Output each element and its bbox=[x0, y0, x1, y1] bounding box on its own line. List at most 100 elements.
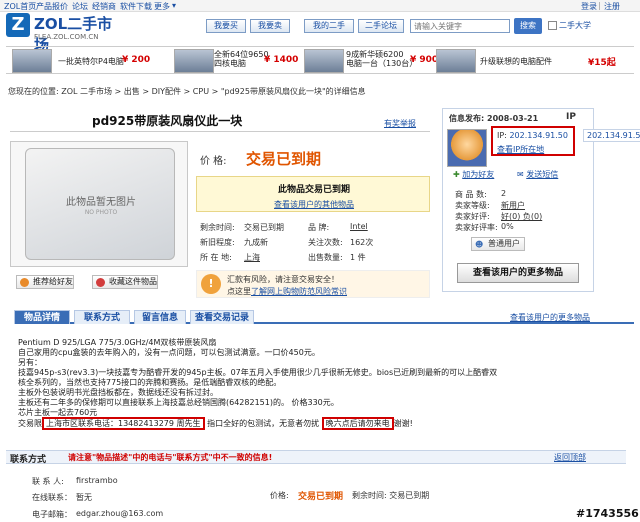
ad-image-2[interactable] bbox=[174, 49, 214, 73]
warning-icon: ! bbox=[201, 274, 221, 294]
search-input[interactable] bbox=[410, 19, 510, 33]
more-items-link[interactable]: 查看该用户的更多物品 bbox=[510, 312, 590, 323]
search-button[interactable]: 搜索 bbox=[514, 18, 542, 34]
login-link[interactable]: 登录 bbox=[581, 1, 597, 12]
nav-dealer[interactable]: 经销商 bbox=[92, 1, 116, 12]
ad-text-3[interactable]: 9成新华硕6200 电脑一台（130台） bbox=[346, 50, 417, 68]
recommend-button[interactable]: 推荐给好友 bbox=[16, 275, 74, 289]
location-value[interactable]: 上海 bbox=[244, 252, 260, 263]
tab-trade-history[interactable]: 查看交易记录 bbox=[190, 310, 254, 324]
contact-warning: 请注意"物品描述"中的电话与"联系方式"中不一致的信息! bbox=[68, 453, 273, 462]
ad-image-1[interactable] bbox=[12, 49, 52, 73]
price-label: 价 格: bbox=[200, 156, 227, 167]
forum-button[interactable]: 二手论坛 bbox=[358, 19, 404, 33]
logo-url: FLEA.ZOL.COM.CN bbox=[34, 33, 99, 41]
ad-text-4[interactable]: 升级联想的电脑配件 bbox=[480, 56, 552, 67]
buy-button[interactable]: 我要买 bbox=[206, 19, 246, 33]
title-divider bbox=[10, 131, 430, 132]
tab-contact[interactable]: 联系方式 bbox=[74, 310, 130, 324]
seller-rating-label: 卖家好评: bbox=[455, 212, 490, 221]
brand-value[interactable]: Intel bbox=[350, 222, 368, 231]
contact-remaining-time: 剩余时间: 交易已到期 bbox=[352, 491, 430, 500]
ip-value: 202.134.91.50 bbox=[509, 131, 568, 140]
site-logo[interactable]: Z ZOL二手市场 FLEA.ZOL.COM.CN bbox=[6, 13, 124, 54]
seller-rating-value[interactable]: 好(0) 负(0) bbox=[501, 211, 542, 222]
remaining-time-label: 剩余时间: bbox=[200, 223, 235, 232]
secondhand-university-checkbox[interactable] bbox=[548, 21, 557, 30]
no-photo-subtext: NO PHOTO bbox=[84, 209, 118, 216]
add-friend-button[interactable]: ✚ 加为好友 bbox=[453, 169, 494, 180]
send-message-button[interactable]: ✉ 发送短信 bbox=[517, 169, 558, 180]
publish-label: 信息发布: bbox=[449, 114, 485, 123]
ad-image-4[interactable] bbox=[436, 49, 476, 73]
more-items-button[interactable]: 查看该用户的更多物品 bbox=[457, 263, 579, 283]
avatar[interactable] bbox=[447, 129, 487, 167]
desc-line-contact: 交易限 上海市区联系电话：13482413279 周先生 指口全好的包测试，无意者… bbox=[18, 417, 418, 430]
ip-tab[interactable]: IP bbox=[566, 112, 576, 122]
ad-price-2: ¥ 1400 bbox=[264, 55, 299, 65]
view-count-value: 162次 bbox=[350, 238, 374, 247]
user-type-label: 普通用户 bbox=[488, 239, 520, 248]
my-secondhand-button[interactable]: 我的二手 bbox=[304, 19, 354, 33]
safety-tips-link[interactable]: 了解网上购物防范风险常识 bbox=[251, 287, 347, 296]
contact-title: 联系方式 bbox=[10, 455, 47, 465]
desc-line: 主板外包装说明书光盘挡板都在，数据线还没有拆过封。 bbox=[18, 388, 218, 397]
nav-software[interactable]: 软件下载 bbox=[120, 1, 152, 12]
publish-info: 信息发布: 2008-03-21 bbox=[449, 113, 538, 124]
seller-panel: 信息发布: 2008-03-21 IP IP: 202.134.91.50 查看… bbox=[442, 108, 594, 292]
online-contact-value: 暂无 bbox=[76, 493, 92, 502]
seller-level-value[interactable]: 新用户 bbox=[501, 200, 525, 211]
ad-banner-row: 一批英特尔P4电脑 ¥ 200 全新64位9650 四核电脑 ¥ 1400 9成… bbox=[6, 46, 634, 74]
ip-location-link[interactable]: 查看IP所在地 bbox=[497, 144, 544, 155]
item-count-label: 商 品 数: bbox=[455, 190, 487, 199]
contact-person-value: firstrambo bbox=[76, 476, 118, 485]
online-contact-label: 在线联系： bbox=[32, 493, 72, 502]
sell-button[interactable]: 我要卖 bbox=[250, 19, 290, 33]
view-count-label: 关注次数: bbox=[308, 238, 343, 247]
no-photo-text: 此物品暂无图片 bbox=[66, 197, 136, 208]
safety-notice-line2: 点这里了解网上购物防范风险常识 bbox=[227, 286, 347, 297]
safety-notice-prefix: 点这里 bbox=[227, 287, 251, 296]
nav-price[interactable]: 产品报价 bbox=[36, 1, 68, 12]
item-photo: 此物品暂无图片 NO PHOTO bbox=[10, 141, 188, 267]
seller-level-label: 卖家等级: bbox=[455, 201, 490, 210]
safety-notice: ! 汇款有风险，请注意交易安全！ 点这里了解网上购物防范风险常识 bbox=[196, 270, 430, 298]
nav-more[interactable]: 更多 bbox=[154, 1, 170, 12]
contact-person-label: 联 系 人: bbox=[32, 477, 64, 486]
register-link[interactable]: 注册 bbox=[604, 1, 620, 12]
other-items-link[interactable]: 查看该用户的其他物品 bbox=[197, 199, 431, 210]
email-value[interactable]: edgar.zhou@163.com bbox=[76, 509, 163, 518]
ad-image-3[interactable] bbox=[304, 49, 344, 73]
nav-more-chevron-icon[interactable]: ▾ bbox=[172, 1, 176, 10]
top-nav: ZOL首页 产品报价 论坛 经销商 软件下载 更多 ▾ 登录 | 注册 bbox=[0, 0, 640, 12]
ad-price-3: ¥ 900 bbox=[410, 55, 439, 65]
item-description: Pentium D 925/LGA 775/3.0GHz/4M双核带原装风扇 自… bbox=[18, 338, 497, 430]
report-link[interactable]: 有奖举报 bbox=[384, 118, 416, 129]
condition-value: 九成新 bbox=[244, 238, 268, 247]
desc-contact-prefix: 交易限 bbox=[18, 419, 42, 428]
nav-zol-home[interactable]: ZOL首页 bbox=[4, 1, 36, 12]
tab-messages[interactable]: 留言信息 bbox=[134, 310, 186, 324]
ad-text-1[interactable]: 一批英特尔P4电脑 bbox=[58, 56, 124, 67]
recommend-button-label: 推荐给好友 bbox=[33, 277, 73, 286]
item-title: pd925带原装风扇仪此一块 bbox=[92, 114, 243, 128]
breadcrumb[interactable]: 您现在的位置: ZOL 二手市场 > 出售 > DIY配件 > CPU > "p… bbox=[8, 86, 366, 97]
brand-label: 品 牌: bbox=[308, 223, 330, 232]
secondhand-university-label[interactable]: 二手大学 bbox=[559, 20, 591, 31]
user-type-badge: ☻ 普通用户 bbox=[471, 237, 525, 251]
seller-rating-rate-label: 卖家好评率: bbox=[455, 223, 498, 232]
nav-forum[interactable]: 论坛 bbox=[72, 1, 88, 12]
desc-line: Pentium D 925/LGA 775/3.0GHz/4M双核带原装风扇 bbox=[18, 338, 217, 347]
expired-notice: 此物品交易已到期 查看该用户的其他物品 bbox=[196, 176, 430, 212]
desc-contact-mid: 指口全好的包测试，无意者勿扰 bbox=[204, 419, 320, 428]
ad-price-1: ¥ 200 bbox=[122, 55, 151, 65]
ip-popup: IP: 202.134.91.50 查看IP所在地 bbox=[491, 126, 575, 156]
item-count-value: 2 bbox=[501, 189, 507, 198]
desc-line: 自己家用的cpu盒装的去年购入的，没有一点问题，可以包测试满意。一口价450元。 bbox=[18, 348, 320, 357]
back-to-top-link[interactable]: 返回顶部 bbox=[554, 452, 586, 463]
ad-price-4: ¥15起 bbox=[588, 58, 616, 68]
ad-text-2[interactable]: 全新64位9650 四核电脑 bbox=[214, 50, 269, 68]
favorite-button[interactable]: 收藏这件物品 bbox=[92, 275, 158, 289]
tab-item-details[interactable]: 物品详情 bbox=[14, 310, 70, 324]
quantity-label: 出售数量: bbox=[308, 253, 343, 262]
